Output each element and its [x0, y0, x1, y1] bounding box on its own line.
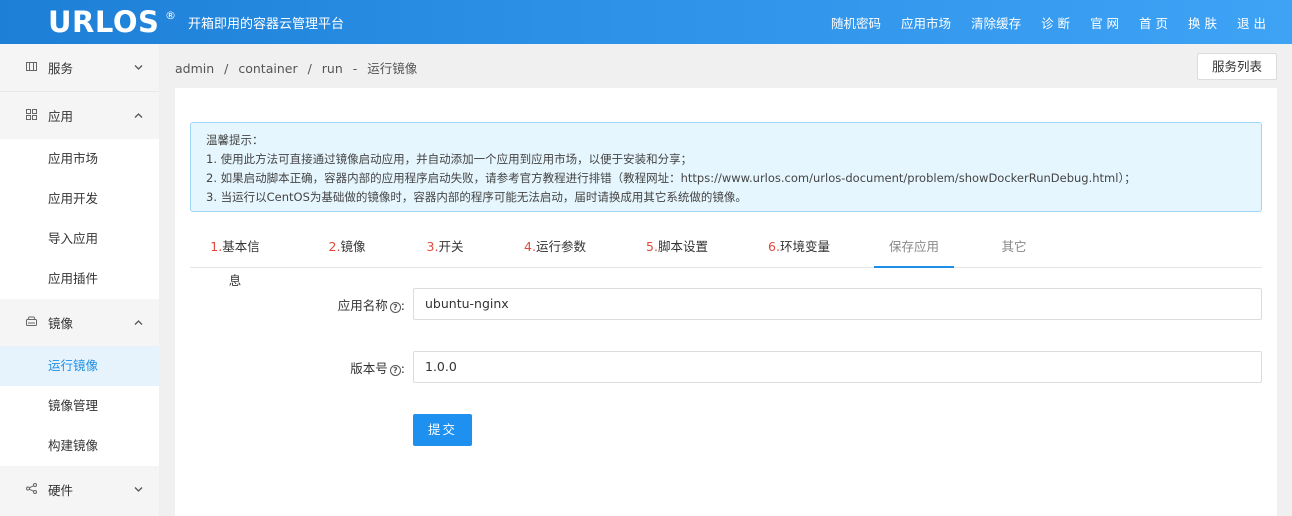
- sidebar-group-service[interactable]: 服务: [0, 44, 159, 91]
- tip-box: 温馨提示： 1. 使用此方法可直接通过镜像启动应用，并自动添加一个应用到应用市场…: [190, 122, 1262, 212]
- registered-mark: ®: [165, 9, 176, 22]
- tab-number: 6.: [768, 239, 780, 254]
- version-input[interactable]: 1.0.0: [413, 351, 1262, 383]
- label-colon: :: [400, 298, 405, 313]
- tip-line: 3. 当运行以CentOS为基础做的镜像时，容器内部的程序可能无法启动，届时请换…: [206, 190, 747, 204]
- sidebar-item-build-image[interactable]: 构建镜像: [0, 426, 159, 466]
- tab-label: 基本信息: [222, 239, 260, 288]
- submit-button[interactable]: 提交: [413, 414, 472, 446]
- sidebar-group-label: 应用: [48, 109, 74, 124]
- sidebar-item-image-manage[interactable]: 镜像管理: [0, 386, 159, 426]
- tab-number: 4.: [524, 239, 536, 254]
- label-colon: :: [400, 361, 405, 376]
- sidebar-group-images[interactable]: 镜像: [0, 299, 159, 346]
- chevron-up-icon: [134, 110, 143, 121]
- sidebar-item-app-market[interactable]: 应用市场: [0, 139, 159, 179]
- tab-number: 2.: [328, 239, 341, 254]
- version-label-text: 版本号: [350, 361, 388, 376]
- sidebar-item-app-plugins[interactable]: 应用插件: [0, 259, 159, 299]
- urlos-logo[interactable]: URLOS: [48, 4, 159, 40]
- top-header: URLOS ® 开箱即用的容器云管理平台 随机密码 应用市场 清除缓存 诊 断 …: [0, 0, 1292, 44]
- apps-submenu: 应用市场 应用开发 导入应用 应用插件: [0, 139, 159, 299]
- sidebar: 服务 应用 应用市场 应用开发 导入应用 应用插件 镜像 运行镜像 镜像管理 构…: [0, 44, 159, 516]
- tab-switch[interactable]: 3.开关: [425, 230, 465, 268]
- sidebar-group-apps[interactable]: 应用: [0, 92, 159, 139]
- tab-script-settings[interactable]: 5.脚本设置: [645, 230, 709, 268]
- sidebar-item-app-dev[interactable]: 应用开发: [0, 179, 159, 219]
- breadcrumb-run[interactable]: run: [322, 61, 343, 76]
- app-name-label-text: 应用名称: [337, 298, 388, 313]
- tab-basic-info[interactable]: 1.基本信息: [205, 230, 265, 288]
- nav-logout[interactable]: 退 出: [1237, 13, 1266, 32]
- share-nodes-icon: [24, 482, 38, 497]
- nav-random-password[interactable]: 随机密码: [831, 13, 881, 32]
- tab-save-app[interactable]: 保存应用: [874, 230, 954, 268]
- breadcrumb-sep: /: [307, 61, 312, 76]
- tab-number: 3.: [426, 239, 439, 254]
- nav-diagnose[interactable]: 诊 断: [1041, 13, 1070, 32]
- sidebar-group-hardware[interactable]: 硬件: [0, 466, 159, 513]
- tab-label: 其它: [1001, 239, 1027, 254]
- breadcrumb-container[interactable]: container: [238, 61, 297, 76]
- sidebar-item-run-image[interactable]: 运行镜像: [0, 346, 159, 386]
- tip-title: 温馨提示：: [206, 133, 264, 147]
- top-nav: 随机密码 应用市场 清除缓存 诊 断 官 网 首 页 换 肤 退 出: [811, 0, 1266, 44]
- main-panel: 温馨提示： 1. 使用此方法可直接通过镜像启动应用，并自动添加一个应用到应用市场…: [175, 88, 1277, 516]
- tab-label: 保存应用: [888, 239, 939, 254]
- tab-run-params[interactable]: 4.运行参数: [523, 230, 587, 268]
- images-submenu: 运行镜像 镜像管理 构建镜像: [0, 346, 159, 466]
- service-icon: [24, 61, 38, 75]
- chevron-up-icon: [134, 317, 143, 328]
- breadcrumb: admin / container / run - 运行镜像: [175, 58, 423, 77]
- tab-label: 运行参数: [535, 239, 586, 254]
- tab-image[interactable]: 2.镜像: [327, 230, 367, 268]
- version-label: 版本号?:: [245, 358, 405, 377]
- sidebar-item-import-app[interactable]: 导入应用: [0, 219, 159, 259]
- app-name-input[interactable]: ubuntu-nginx: [413, 288, 1262, 320]
- breadcrumb-dash: -: [352, 61, 358, 76]
- sidebar-group-label: 硬件: [48, 483, 74, 498]
- nav-clear-cache[interactable]: 清除缓存: [971, 13, 1021, 32]
- tab-label: 脚本设置: [657, 239, 708, 254]
- tab-number: 5.: [646, 239, 658, 254]
- chevron-down-icon: [134, 62, 143, 73]
- tab-other[interactable]: 其它: [999, 230, 1029, 268]
- app-name-label: 应用名称?:: [245, 295, 405, 314]
- service-list-button[interactable]: 服务列表: [1197, 53, 1277, 80]
- tip-line: 1. 使用此方法可直接通过镜像启动应用，并自动添加一个应用到应用市场，以便于安装…: [206, 152, 693, 166]
- nav-change-skin[interactable]: 换 肤: [1188, 13, 1217, 32]
- breadcrumb-admin[interactable]: admin: [175, 61, 214, 76]
- sidebar-group-label: 服务: [48, 61, 74, 76]
- sidebar-group-label: 镜像: [48, 316, 74, 331]
- apps-icon: [24, 108, 38, 123]
- breadcrumb-current: 运行镜像: [367, 61, 418, 76]
- tab-number: 1.: [210, 239, 223, 254]
- chevron-down-icon: [134, 484, 143, 495]
- nav-official-site[interactable]: 官 网: [1090, 13, 1119, 32]
- tab-label: 环境变量: [779, 239, 830, 254]
- nav-app-market[interactable]: 应用市场: [901, 13, 951, 32]
- breadcrumb-sep: /: [224, 61, 229, 76]
- tab-label: 镜像: [340, 239, 366, 254]
- image-drive-icon: [24, 316, 38, 330]
- tip-line: 2. 如果启动脚本正确，容器内部的应用程序启动失败，请参考官方教程进行排错（教程…: [206, 171, 1136, 185]
- slogan-text: 开箱即用的容器云管理平台: [188, 17, 345, 32]
- tab-label: 开关: [438, 239, 464, 254]
- help-icon[interactable]: ?: [389, 302, 401, 313]
- step-tabs: 1.基本信息 2.镜像 3.开关 4.运行参数 5.脚本设置 6.环境变量 保存…: [190, 230, 1262, 288]
- help-icon[interactable]: ?: [389, 365, 401, 376]
- tab-env-vars[interactable]: 6.环境变量: [767, 230, 831, 268]
- nav-home[interactable]: 首 页: [1139, 13, 1168, 32]
